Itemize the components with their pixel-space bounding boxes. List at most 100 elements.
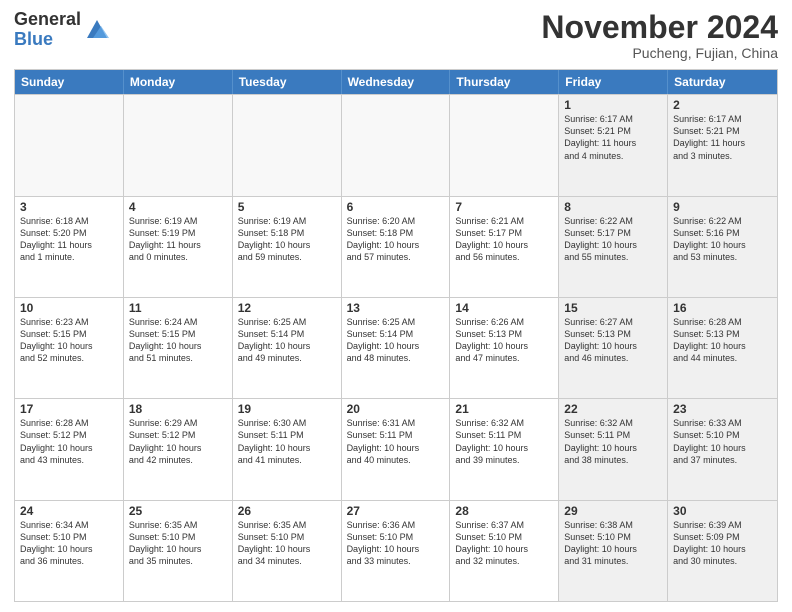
calendar-cell xyxy=(342,95,451,195)
location: Pucheng, Fujian, China xyxy=(541,45,778,61)
logo-blue: Blue xyxy=(14,30,81,50)
calendar-cell: 26Sunrise: 6:35 AM Sunset: 5:10 PM Dayli… xyxy=(233,501,342,601)
calendar-cell: 19Sunrise: 6:30 AM Sunset: 5:11 PM Dayli… xyxy=(233,399,342,499)
day-info: Sunrise: 6:19 AM Sunset: 5:19 PM Dayligh… xyxy=(129,215,227,264)
calendar-row: 1Sunrise: 6:17 AM Sunset: 5:21 PM Daylig… xyxy=(15,94,777,195)
day-info: Sunrise: 6:39 AM Sunset: 5:09 PM Dayligh… xyxy=(673,519,772,568)
day-info: Sunrise: 6:25 AM Sunset: 5:14 PM Dayligh… xyxy=(238,316,336,365)
day-number: 16 xyxy=(673,301,772,315)
day-number: 8 xyxy=(564,200,662,214)
calendar-cell: 11Sunrise: 6:24 AM Sunset: 5:15 PM Dayli… xyxy=(124,298,233,398)
calendar-header-cell: Friday xyxy=(559,70,668,94)
calendar-cell: 16Sunrise: 6:28 AM Sunset: 5:13 PM Dayli… xyxy=(668,298,777,398)
calendar-cell: 14Sunrise: 6:26 AM Sunset: 5:13 PM Dayli… xyxy=(450,298,559,398)
calendar-cell xyxy=(450,95,559,195)
logo-text: General Blue xyxy=(14,10,81,50)
month-title: November 2024 xyxy=(541,10,778,45)
calendar-cell xyxy=(124,95,233,195)
day-number: 24 xyxy=(20,504,118,518)
day-info: Sunrise: 6:20 AM Sunset: 5:18 PM Dayligh… xyxy=(347,215,445,264)
day-info: Sunrise: 6:27 AM Sunset: 5:13 PM Dayligh… xyxy=(564,316,662,365)
calendar-header-cell: Monday xyxy=(124,70,233,94)
calendar-cell: 4Sunrise: 6:19 AM Sunset: 5:19 PM Daylig… xyxy=(124,197,233,297)
day-info: Sunrise: 6:24 AM Sunset: 5:15 PM Dayligh… xyxy=(129,316,227,365)
day-info: Sunrise: 6:22 AM Sunset: 5:16 PM Dayligh… xyxy=(673,215,772,264)
calendar-cell: 7Sunrise: 6:21 AM Sunset: 5:17 PM Daylig… xyxy=(450,197,559,297)
day-number: 29 xyxy=(564,504,662,518)
day-number: 20 xyxy=(347,402,445,416)
day-info: Sunrise: 6:17 AM Sunset: 5:21 PM Dayligh… xyxy=(564,113,662,162)
day-info: Sunrise: 6:28 AM Sunset: 5:12 PM Dayligh… xyxy=(20,417,118,466)
calendar-cell: 6Sunrise: 6:20 AM Sunset: 5:18 PM Daylig… xyxy=(342,197,451,297)
calendar-row: 10Sunrise: 6:23 AM Sunset: 5:15 PM Dayli… xyxy=(15,297,777,398)
day-number: 30 xyxy=(673,504,772,518)
day-info: Sunrise: 6:21 AM Sunset: 5:17 PM Dayligh… xyxy=(455,215,553,264)
day-info: Sunrise: 6:36 AM Sunset: 5:10 PM Dayligh… xyxy=(347,519,445,568)
day-info: Sunrise: 6:23 AM Sunset: 5:15 PM Dayligh… xyxy=(20,316,118,365)
day-info: Sunrise: 6:18 AM Sunset: 5:20 PM Dayligh… xyxy=(20,215,118,264)
calendar-cell: 10Sunrise: 6:23 AM Sunset: 5:15 PM Dayli… xyxy=(15,298,124,398)
calendar-cell: 20Sunrise: 6:31 AM Sunset: 5:11 PM Dayli… xyxy=(342,399,451,499)
day-number: 4 xyxy=(129,200,227,214)
calendar-header-cell: Saturday xyxy=(668,70,777,94)
day-number: 26 xyxy=(238,504,336,518)
day-number: 2 xyxy=(673,98,772,112)
calendar-cell: 28Sunrise: 6:37 AM Sunset: 5:10 PM Dayli… xyxy=(450,501,559,601)
day-info: Sunrise: 6:17 AM Sunset: 5:21 PM Dayligh… xyxy=(673,113,772,162)
calendar-cell xyxy=(233,95,342,195)
calendar: SundayMondayTuesdayWednesdayThursdayFrid… xyxy=(14,69,778,602)
day-info: Sunrise: 6:31 AM Sunset: 5:11 PM Dayligh… xyxy=(347,417,445,466)
day-number: 6 xyxy=(347,200,445,214)
calendar-header-cell: Thursday xyxy=(450,70,559,94)
logo-general: General xyxy=(14,10,81,30)
day-info: Sunrise: 6:35 AM Sunset: 5:10 PM Dayligh… xyxy=(238,519,336,568)
day-info: Sunrise: 6:19 AM Sunset: 5:18 PM Dayligh… xyxy=(238,215,336,264)
calendar-cell: 13Sunrise: 6:25 AM Sunset: 5:14 PM Dayli… xyxy=(342,298,451,398)
day-info: Sunrise: 6:35 AM Sunset: 5:10 PM Dayligh… xyxy=(129,519,227,568)
day-number: 7 xyxy=(455,200,553,214)
day-number: 11 xyxy=(129,301,227,315)
day-info: Sunrise: 6:30 AM Sunset: 5:11 PM Dayligh… xyxy=(238,417,336,466)
calendar-cell: 23Sunrise: 6:33 AM Sunset: 5:10 PM Dayli… xyxy=(668,399,777,499)
page: General Blue November 2024 Pucheng, Fuji… xyxy=(0,0,792,612)
day-info: Sunrise: 6:25 AM Sunset: 5:14 PM Dayligh… xyxy=(347,316,445,365)
day-info: Sunrise: 6:29 AM Sunset: 5:12 PM Dayligh… xyxy=(129,417,227,466)
calendar-cell xyxy=(15,95,124,195)
day-number: 23 xyxy=(673,402,772,416)
day-number: 19 xyxy=(238,402,336,416)
day-info: Sunrise: 6:32 AM Sunset: 5:11 PM Dayligh… xyxy=(455,417,553,466)
day-info: Sunrise: 6:37 AM Sunset: 5:10 PM Dayligh… xyxy=(455,519,553,568)
day-number: 17 xyxy=(20,402,118,416)
header: General Blue November 2024 Pucheng, Fuji… xyxy=(14,10,778,61)
calendar-cell: 25Sunrise: 6:35 AM Sunset: 5:10 PM Dayli… xyxy=(124,501,233,601)
calendar-cell: 18Sunrise: 6:29 AM Sunset: 5:12 PM Dayli… xyxy=(124,399,233,499)
day-info: Sunrise: 6:34 AM Sunset: 5:10 PM Dayligh… xyxy=(20,519,118,568)
calendar-row: 17Sunrise: 6:28 AM Sunset: 5:12 PM Dayli… xyxy=(15,398,777,499)
calendar-cell: 15Sunrise: 6:27 AM Sunset: 5:13 PM Dayli… xyxy=(559,298,668,398)
calendar-cell: 17Sunrise: 6:28 AM Sunset: 5:12 PM Dayli… xyxy=(15,399,124,499)
day-number: 25 xyxy=(129,504,227,518)
day-info: Sunrise: 6:33 AM Sunset: 5:10 PM Dayligh… xyxy=(673,417,772,466)
calendar-cell: 30Sunrise: 6:39 AM Sunset: 5:09 PM Dayli… xyxy=(668,501,777,601)
calendar-cell: 27Sunrise: 6:36 AM Sunset: 5:10 PM Dayli… xyxy=(342,501,451,601)
day-number: 10 xyxy=(20,301,118,315)
calendar-cell: 5Sunrise: 6:19 AM Sunset: 5:18 PM Daylig… xyxy=(233,197,342,297)
calendar-cell: 29Sunrise: 6:38 AM Sunset: 5:10 PM Dayli… xyxy=(559,501,668,601)
calendar-cell: 24Sunrise: 6:34 AM Sunset: 5:10 PM Dayli… xyxy=(15,501,124,601)
day-number: 1 xyxy=(564,98,662,112)
calendar-header-row: SundayMondayTuesdayWednesdayThursdayFrid… xyxy=(15,70,777,94)
logo-icon xyxy=(83,16,111,44)
day-number: 5 xyxy=(238,200,336,214)
day-info: Sunrise: 6:38 AM Sunset: 5:10 PM Dayligh… xyxy=(564,519,662,568)
day-number: 14 xyxy=(455,301,553,315)
calendar-header-cell: Wednesday xyxy=(342,70,451,94)
day-number: 12 xyxy=(238,301,336,315)
calendar-cell: 21Sunrise: 6:32 AM Sunset: 5:11 PM Dayli… xyxy=(450,399,559,499)
calendar-cell: 9Sunrise: 6:22 AM Sunset: 5:16 PM Daylig… xyxy=(668,197,777,297)
calendar-cell: 3Sunrise: 6:18 AM Sunset: 5:20 PM Daylig… xyxy=(15,197,124,297)
calendar-cell: 1Sunrise: 6:17 AM Sunset: 5:21 PM Daylig… xyxy=(559,95,668,195)
logo-area: General Blue xyxy=(14,10,111,50)
day-info: Sunrise: 6:22 AM Sunset: 5:17 PM Dayligh… xyxy=(564,215,662,264)
day-number: 3 xyxy=(20,200,118,214)
day-info: Sunrise: 6:26 AM Sunset: 5:13 PM Dayligh… xyxy=(455,316,553,365)
